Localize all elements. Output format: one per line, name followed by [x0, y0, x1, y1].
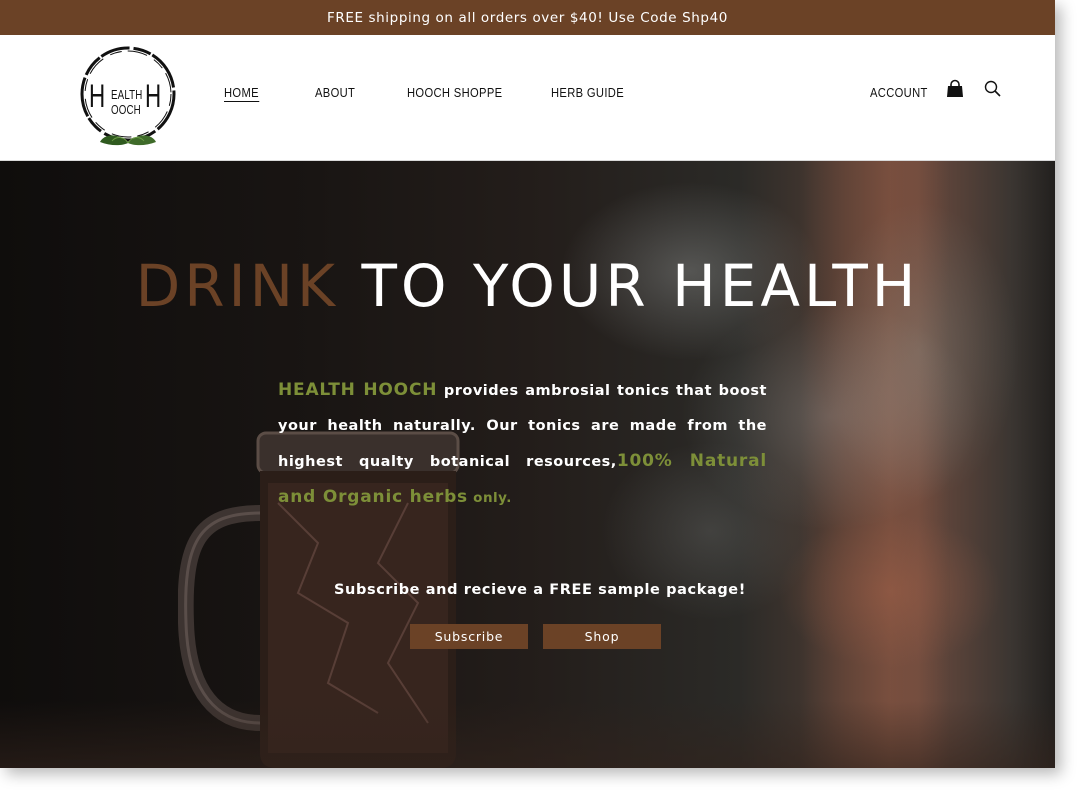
subscribe-prompt: Subscribe and recieve a FREE sample pack…: [334, 582, 746, 598]
logo-letter-h-left: H: [89, 78, 106, 114]
logo-text-ealth: EALTH: [111, 88, 143, 102]
hero-description-tail: only.: [467, 490, 512, 506]
hero-title-rest: TO YOUR HEALTH: [361, 252, 920, 320]
hero-title: DRINK TO YOUR HEALTH: [0, 251, 1055, 321]
shopping-bag-icon[interactable]: [945, 79, 965, 99]
nav-home[interactable]: HOME: [224, 85, 259, 102]
account-link[interactable]: ACCOUNT: [870, 85, 928, 100]
hero-smoke: [820, 201, 1020, 501]
logo-text-ooch: OOCH: [111, 103, 141, 117]
hero-ground: [0, 701, 1055, 768]
nav-herb-guide[interactable]: HERB GUIDE: [551, 85, 624, 100]
page: FREE shipping on all orders over $40! Us…: [0, 0, 1055, 768]
logo-wordmark: H EALTH OOCH H: [78, 46, 180, 150]
logo-letter-h-right: H: [145, 78, 162, 114]
nav-about[interactable]: ABOUT: [315, 85, 355, 100]
nav-hooch-shoppe[interactable]: HOOCH SHOPPE: [407, 85, 502, 100]
hero-brand-name: HEALTH HOOCH: [278, 380, 438, 400]
promo-bar: FREE shipping on all orders over $40! Us…: [0, 0, 1055, 35]
hero-description: HEALTH HOOCH provides ambrosial tonics t…: [278, 373, 767, 516]
site-header: H EALTH OOCH H HOME ABOUT HOOCH SHOPPE H…: [0, 35, 1055, 161]
promo-text: FREE shipping on all orders over $40! Us…: [327, 9, 728, 26]
search-icon[interactable]: [983, 79, 1003, 99]
hero-title-accent: DRINK: [135, 252, 340, 320]
hero-section: DRINK TO YOUR HEALTH HEALTH HOOCH provid…: [0, 161, 1055, 768]
site-logo[interactable]: H EALTH OOCH H: [78, 46, 180, 150]
subscribe-button[interactable]: Subscribe: [410, 624, 528, 649]
shop-button[interactable]: Shop: [543, 624, 661, 649]
